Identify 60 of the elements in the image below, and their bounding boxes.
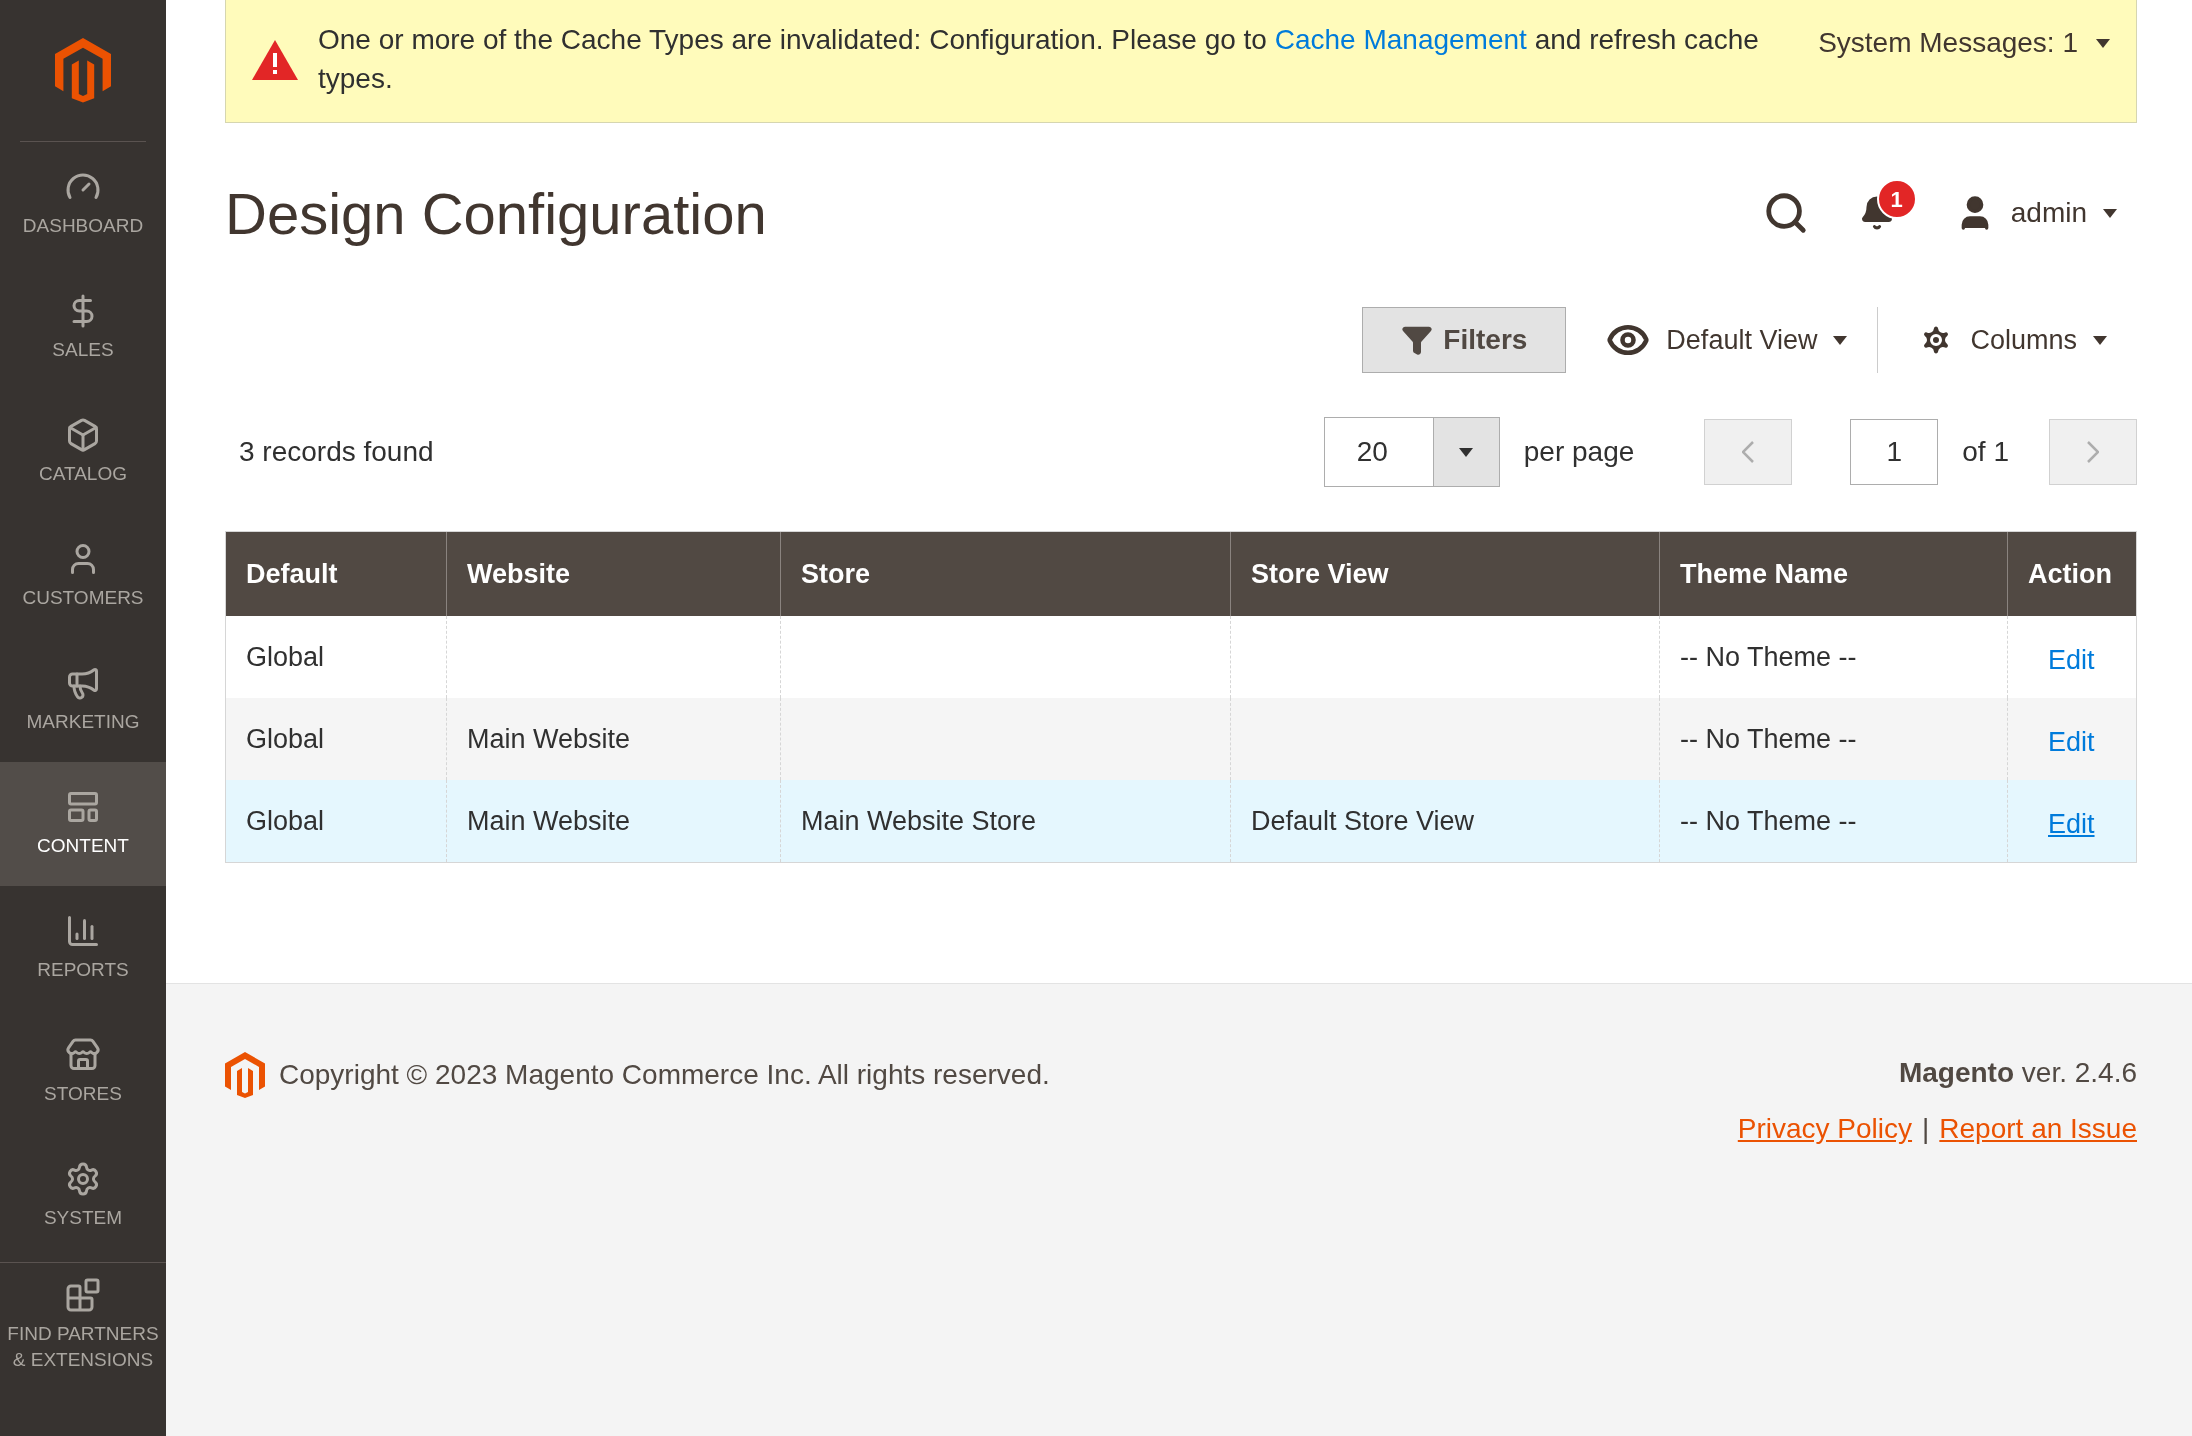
bar-chart-icon	[65, 913, 101, 949]
records-count: 3 records found	[238, 435, 435, 469]
warning-icon	[252, 40, 298, 80]
per-page-label: per page	[1523, 435, 1635, 469]
system-messages-toggle[interactable]: System Messages: 1	[1818, 20, 2110, 64]
layout-icon	[65, 789, 101, 825]
chevron-right-icon	[2087, 441, 2099, 463]
table-cell-text: Global	[246, 804, 325, 838]
sidebar-item[interactable]: CONTENT	[0, 762, 166, 886]
copyright-text: Copyright © 2023 Magento Commerce Inc. All rights reserved.	[279, 1058, 1050, 1092]
cache-management-link[interactable]: Cache Management	[1274, 24, 1527, 55]
box-icon	[65, 417, 101, 453]
edit-link[interactable]: Edit	[2048, 639, 2095, 681]
sidebar-item[interactable]: MARKETING	[0, 638, 166, 762]
table-row[interactable]: Global Main Website Main Website Store Default Store View -- No Theme -- Edit	[226, 780, 2136, 862]
table-cell-text: Default Store View	[1251, 804, 1475, 838]
logo-icon	[225, 1052, 265, 1098]
table-row[interactable]: Global Main Website -- No Theme -- Edit	[226, 698, 2136, 780]
sidebar-item[interactable]: SALES	[0, 266, 166, 390]
caret-icon	[1833, 335, 1848, 345]
page-total: of 1	[1962, 435, 2009, 469]
filter-icon	[1401, 324, 1434, 356]
settings-icon	[65, 1161, 101, 1197]
table-cell-text: -- No Theme --	[1680, 640, 1857, 674]
store-icon	[65, 1037, 101, 1073]
link-separator: |	[1922, 1112, 1930, 1146]
sidebar-item[interactable]: CUSTOMERS	[0, 514, 166, 638]
caret-icon	[2103, 208, 2117, 218]
version-text: Magento ver. 2.4.6	[1898, 1056, 2137, 1090]
sidebar-item[interactable]: DASHBOARD	[0, 142, 166, 266]
table-cell-text: -- No Theme --	[1680, 804, 1857, 838]
view-dropdown[interactable]: Default View	[1606, 307, 1879, 373]
per-page-select[interactable]: 20	[1323, 417, 1500, 487]
page-input[interactable]: 1	[1850, 419, 1939, 485]
admin-menu[interactable]: admin	[1954, 192, 2117, 234]
filters-button[interactable]: Filters	[1362, 307, 1567, 373]
table-cell-text: Global	[246, 722, 325, 756]
table-cell-text: Main Website Store	[801, 804, 1037, 838]
columns-dropdown[interactable]: Columns	[1918, 319, 2137, 361]
caret-icon	[1459, 447, 1474, 457]
table-cell-text: Main Website	[467, 804, 631, 838]
edit-link[interactable]: Edit	[2048, 803, 2095, 845]
column-header[interactable]: Default	[226, 532, 446, 616]
sidebar-item[interactable]: STORES	[0, 1010, 166, 1134]
page-title: Design Configuration	[225, 179, 767, 248]
blocks-icon	[65, 1276, 101, 1313]
caret-icon	[2096, 38, 2110, 48]
edit-link[interactable]: Edit	[2048, 721, 2095, 763]
sidebar-item[interactable]: SYSTEM	[0, 1134, 166, 1258]
table-cell-text: Main Website	[467, 722, 631, 756]
table-cell-text: -- No Theme --	[1680, 722, 1857, 756]
notification-badge: 1	[1876, 179, 1917, 219]
logo-icon	[55, 38, 111, 103]
table-cell-text: Global	[246, 640, 325, 674]
sidebar-item[interactable]: CATALOG	[0, 390, 166, 514]
caret-icon	[2093, 335, 2107, 345]
sidebar-item[interactable]: REPORTS	[0, 886, 166, 1010]
chevron-left-icon	[1742, 441, 1755, 463]
megaphone-icon	[65, 665, 101, 701]
notice-text: One or more of the Cache Types are invalidated: Configuration. Please go to Cache Management and refresh cache types.	[318, 23, 1760, 96]
